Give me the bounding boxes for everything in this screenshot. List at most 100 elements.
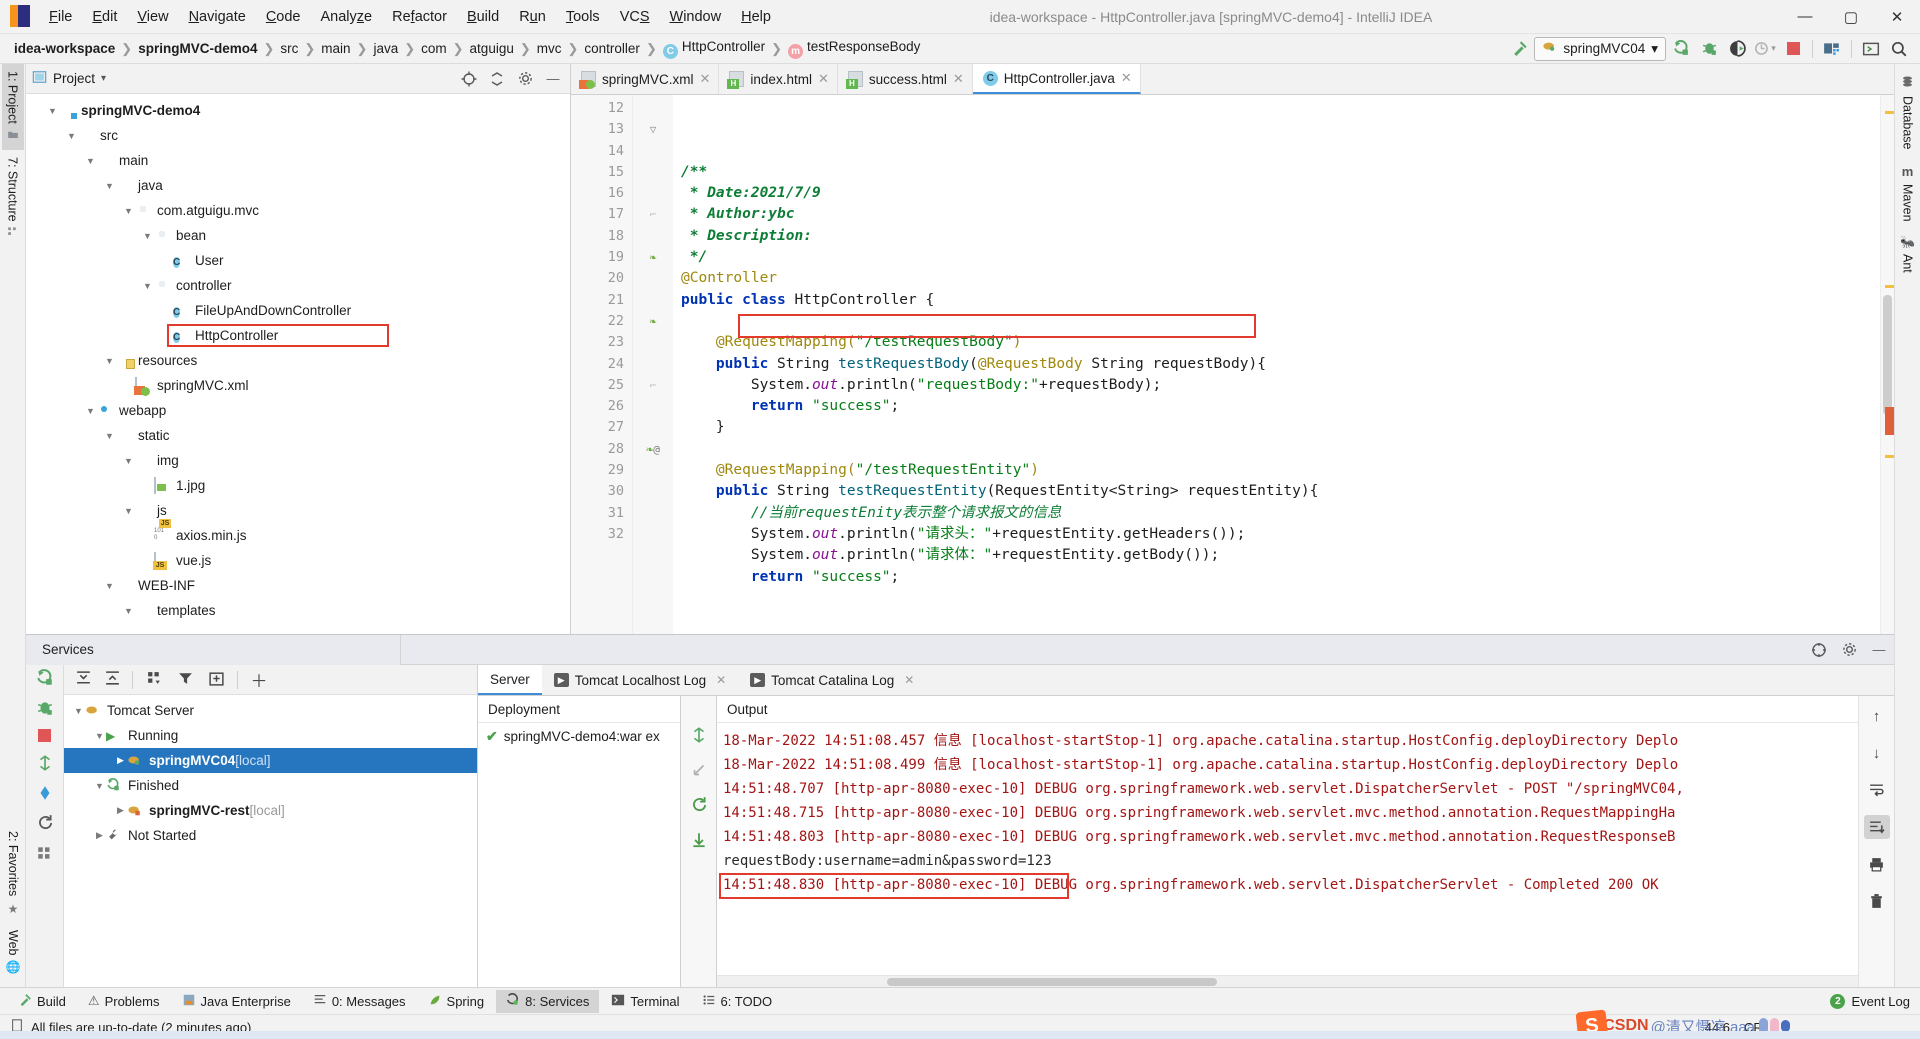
maximize-button[interactable]: ▢	[1828, 0, 1874, 34]
breadcrumb-item-com[interactable]: com	[417, 40, 451, 57]
gutter-marker[interactable]	[633, 503, 673, 524]
event-log-area[interactable]: 2 Event Log	[1830, 993, 1920, 1009]
project-tree-item[interactable]: ▼ src	[26, 123, 570, 148]
breadcrumb-item-workspace[interactable]: idea-workspace	[10, 40, 119, 57]
collapse-all-icon[interactable]	[486, 68, 508, 90]
tree-expand-arrow[interactable]: ▼	[84, 156, 97, 166]
soft-wrap-icon[interactable]	[1864, 778, 1890, 802]
stop-icon[interactable]	[38, 729, 51, 745]
collapse-all-icon[interactable]	[99, 670, 125, 690]
project-tree-item[interactable]: ▼ static	[26, 423, 570, 448]
gutter-markers[interactable]: ▽ ⌐ ❧ ❧ ⌐ ❧@	[633, 95, 673, 634]
services-help-icon[interactable]	[1804, 635, 1834, 665]
project-tree-item[interactable]: ▸vue.js	[26, 548, 570, 573]
sidebar-tab-database[interactable]: Database	[1897, 68, 1919, 157]
breadcrumb-item-main[interactable]: main	[317, 40, 354, 57]
download-deploy-icon[interactable]	[690, 831, 708, 852]
menu-navigate[interactable]: Navigate	[180, 5, 255, 29]
tree-expand-arrow[interactable]: ▸	[141, 530, 154, 541]
gutter-marker[interactable]	[633, 290, 673, 311]
expand-all-icon[interactable]	[70, 670, 96, 690]
run-configuration-selector[interactable]: springMVC04 ▾	[1534, 36, 1666, 61]
spring-bean-icon[interactable]: ❧	[649, 250, 656, 264]
clear-all-icon[interactable]	[1864, 889, 1890, 913]
editor-scrollbar[interactable]	[1880, 95, 1894, 634]
menu-file[interactable]: File	[40, 5, 81, 29]
code-text[interactable]: /** * Date:2021/7/9 * Author:ybc * Descr…	[673, 95, 1880, 634]
add-service-icon[interactable]: ＋	[245, 667, 273, 692]
tree-expand-arrow[interactable]: ▼	[72, 706, 85, 716]
services-tree-item[interactable]: ▼ ▶ Running	[64, 723, 477, 748]
print-icon[interactable]	[1864, 852, 1890, 876]
breadcrumb-item-controller[interactable]: controller	[580, 40, 644, 57]
profile-icon[interactable]: ▾	[1752, 37, 1778, 61]
tree-expand-arrow[interactable]: ▼	[46, 106, 59, 116]
fold-end-icon[interactable]: ⌐	[650, 379, 657, 392]
tree-expand-arrow[interactable]: ▶	[114, 755, 127, 766]
update-icon[interactable]	[36, 784, 54, 805]
scroll-up-icon[interactable]: ↑	[1864, 704, 1890, 728]
sidebar-tab-favorites[interactable]: 2: Favorites ★	[2, 824, 24, 922]
project-tree[interactable]: ▼ springMVC-demo4 ▼ src ▼ main ▼ java ▼ com.atgui…	[26, 94, 570, 634]
output-hscroll-thumb[interactable]	[887, 978, 1217, 986]
editor-tab[interactable]: springMVC.xml ✕	[571, 64, 720, 94]
deployment-row[interactable]: ✔ springMVC-demo4:war ex	[478, 723, 680, 749]
project-tree-item[interactable]: ▼ main	[26, 148, 570, 173]
fold-marker-icon[interactable]: ▽	[650, 123, 657, 136]
gutter-marker[interactable]	[633, 226, 673, 247]
debug-icon[interactable]	[1696, 37, 1722, 61]
tree-expand-arrow[interactable]: ▼	[103, 356, 116, 366]
project-tree-item[interactable]: ▼ springMVC-demo4	[26, 98, 570, 123]
sidebar-tab-project[interactable]: 1: Project	[1, 64, 24, 150]
console-tab[interactable]: ▶ Tomcat Localhost Log ✕	[542, 665, 738, 695]
redeploy-icon[interactable]	[36, 754, 54, 775]
gutter-marker[interactable]	[633, 183, 673, 204]
close-icon[interactable]: ✕	[904, 673, 914, 687]
gutter-marker[interactable]	[633, 268, 673, 289]
tree-expand-arrow[interactable]: ▶	[114, 805, 127, 816]
tree-expand-arrow[interactable]: ▼	[122, 206, 135, 216]
tree-expand-arrow[interactable]: ▼	[93, 731, 106, 741]
tool-button-spring[interactable]: Spring	[418, 990, 495, 1013]
gutter-marker[interactable]: ❧	[633, 311, 673, 332]
add-tab-icon[interactable]	[202, 670, 230, 690]
menu-code[interactable]: Code	[257, 5, 310, 29]
run-coverage-icon[interactable]	[1724, 37, 1750, 61]
services-hide-icon[interactable]: —	[1864, 635, 1894, 665]
tree-expand-arrow[interactable]: ▼	[84, 406, 97, 416]
project-tree-item[interactable]: ▼ controller	[26, 273, 570, 298]
close-icon[interactable]: ✕	[953, 71, 964, 87]
breadcrumb-item-atguigu[interactable]: atguigu	[466, 40, 518, 57]
annotation-marker-icon[interactable]: @	[653, 443, 660, 456]
sidebar-tab-structure[interactable]: 7: Structure	[2, 150, 24, 248]
terminal-icon[interactable]	[1858, 37, 1884, 61]
sidebar-tab-web[interactable]: Web 🌐	[2, 923, 25, 981]
gutter-marker[interactable]: ❧	[633, 247, 673, 268]
project-tree-item[interactable]: ▸1010 axios.min.js	[26, 523, 570, 548]
hide-panel-icon[interactable]: —	[542, 68, 564, 90]
services-tree-item[interactable]: ▶ springMVC04 [local]	[64, 748, 477, 773]
project-tree-item[interactable]: ▼ bean	[26, 223, 570, 248]
gutter-marker[interactable]	[633, 524, 673, 545]
gutter-marker[interactable]: ❧@	[633, 439, 673, 460]
console-tab[interactable]: Server	[478, 665, 542, 695]
menu-vcs[interactable]: VCS	[611, 5, 659, 29]
tree-expand-arrow[interactable]: ▼	[103, 181, 116, 191]
gutter-marker[interactable]	[633, 332, 673, 353]
close-icon[interactable]: ✕	[818, 71, 829, 87]
run-icon[interactable]	[1668, 37, 1694, 61]
gutter-marker[interactable]	[633, 354, 673, 375]
breadcrumb-item-module[interactable]: springMVC-demo4	[134, 40, 261, 57]
breadcrumb-item-mvc[interactable]: mvc	[533, 40, 566, 57]
menu-analyze[interactable]: Analyze	[312, 5, 382, 29]
project-tree-item[interactable]: ▸CHttpController	[26, 323, 570, 348]
tool-button-todo[interactable]: 6: TODO	[692, 990, 783, 1013]
breadcrumb-item-java[interactable]: java	[369, 40, 402, 57]
close-icon[interactable]: ✕	[716, 673, 726, 687]
tree-expand-arrow[interactable]: ▼	[93, 781, 106, 791]
gutter-marker[interactable]	[633, 98, 673, 119]
project-structure-icon[interactable]	[1819, 37, 1845, 61]
tree-expand-arrow[interactable]: ▼	[122, 456, 135, 466]
gutter-marker[interactable]: ▽	[633, 119, 673, 140]
breadcrumb-item-method[interactable]: m testResponseBody	[784, 38, 924, 60]
